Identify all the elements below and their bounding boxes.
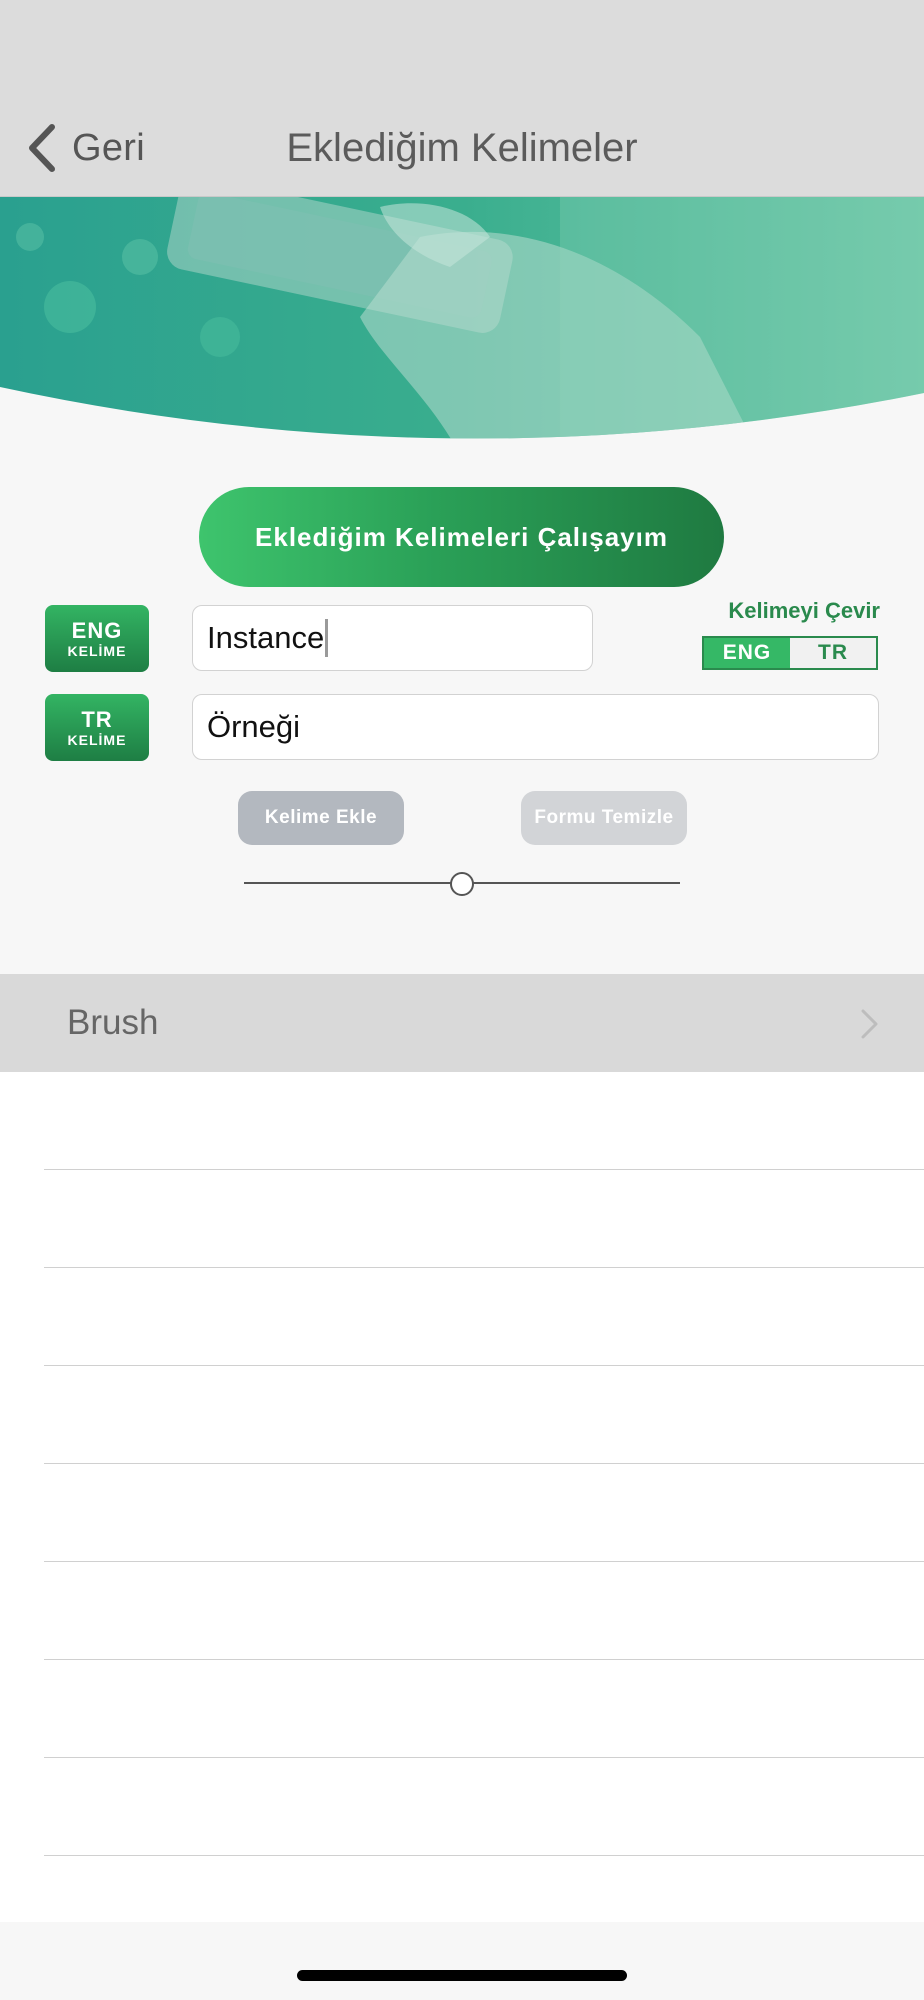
text-cursor [325, 619, 329, 657]
eng-word-badge: ENG KELİME [45, 605, 149, 672]
chevron-left-icon [29, 124, 55, 172]
eng-word-input[interactable]: Instance [192, 605, 593, 671]
list-item[interactable] [0, 1072, 924, 1170]
list-item[interactable] [0, 1268, 924, 1366]
list-item[interactable] [0, 1464, 924, 1562]
eng-word-input-value: Instance [207, 620, 325, 655]
tr-word-input-value: Örneği [207, 709, 301, 744]
toggle-option-eng[interactable]: ENG [704, 638, 790, 668]
eng-badge-main: ENG [71, 617, 123, 643]
list-item[interactable] [0, 1758, 924, 1856]
banner-image [0, 197, 924, 439]
back-button-label: Geri [72, 126, 145, 169]
navigation-bar: Geri Eklediğim Kelimeler [0, 0, 924, 197]
tr-badge-sub: KELİME [67, 731, 127, 748]
list-item[interactable] [0, 1366, 924, 1464]
tr-word-input[interactable]: Örneği [192, 694, 879, 760]
list-item[interactable] [0, 1562, 924, 1660]
slider-thumb[interactable] [450, 872, 474, 896]
toggle-option-tr[interactable]: TR [790, 638, 876, 668]
word-list [0, 1072, 924, 1922]
translate-toggle-title: Kelimeyi Çevir [728, 598, 880, 623]
slider[interactable] [244, 868, 680, 898]
home-indicator [297, 1970, 627, 1981]
translate-toggle[interactable]: ENG TR [702, 636, 878, 670]
study-words-button[interactable]: Eklediğim Kelimeleri Çalışayım [199, 487, 724, 587]
add-word-button[interactable]: Kelime Ekle [238, 791, 404, 845]
word-list-header-label: Brush [67, 1003, 159, 1042]
back-button[interactable]: Geri [26, 118, 145, 178]
chevron-right-icon [861, 1009, 878, 1039]
list-separator [44, 1855, 924, 1856]
tr-badge-main: TR [81, 706, 113, 732]
list-item[interactable] [0, 1660, 924, 1758]
word-list-header[interactable]: Brush [0, 974, 924, 1072]
clear-form-button[interactable]: Formu Temizle [521, 791, 687, 845]
eng-badge-sub: KELİME [67, 642, 127, 659]
tr-word-badge: TR KELİME [45, 694, 149, 761]
list-item[interactable] [0, 1170, 924, 1268]
